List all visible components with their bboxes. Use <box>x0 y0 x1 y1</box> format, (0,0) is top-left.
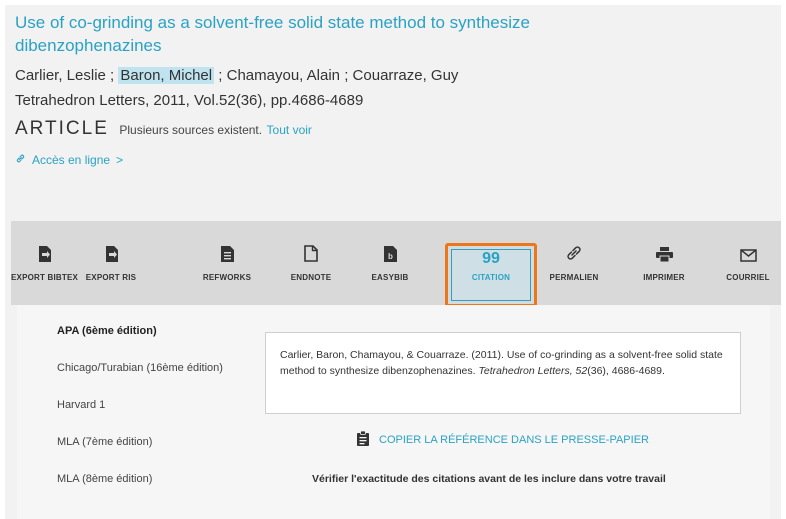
link-icon <box>15 153 26 167</box>
author-name[interactable]: Carlier, Leslie <box>15 67 106 84</box>
copy-to-clipboard-button[interactable]: COPIER LA RÉFÉRENCE DANS LE PRESSE-PAPIE… <box>357 430 649 449</box>
clipboard-icon <box>357 430 369 449</box>
permalink-button[interactable]: Permalien <box>541 231 607 291</box>
citation-style-mla7[interactable]: MLA (7ème édition) <box>57 436 257 473</box>
author-name-highlighted[interactable]: Baron, Michel <box>118 67 215 84</box>
tool-label: Imprimer <box>643 273 685 282</box>
record-title-line2: dibenzophenazines <box>15 36 162 55</box>
tool-label: Export RIS <box>85 273 137 282</box>
author-separator: ; <box>105 67 119 84</box>
see-all-link[interactable]: Tout voir <box>267 123 312 137</box>
citation-style-mla8[interactable]: MLA (8ème édition) <box>57 473 257 510</box>
author-name[interactable]: Couarraze, Guy <box>353 67 459 84</box>
resource-type-line: Article Plusieurs sources existent. Tout… <box>15 118 312 140</box>
email-button[interactable]: Courriel <box>715 231 781 291</box>
file-bookmark-icon <box>304 245 318 267</box>
citation-style-chicago[interactable]: Chicago/Turabian (16ème édition) <box>57 362 257 399</box>
resource-type: Article <box>15 118 109 139</box>
file-text-icon <box>220 246 234 267</box>
author-list: Carlier, Leslie ; Baron, Michel ; Chamay… <box>15 67 458 84</box>
endnote-button[interactable]: EndNote <box>278 231 344 291</box>
online-access-label: Accès en ligne <box>32 153 111 167</box>
print-button[interactable]: Imprimer <box>631 231 697 291</box>
tool-label: EndNote <box>290 273 332 282</box>
export-bibtex-button[interactable]: Export BibTeX <box>11 231 79 291</box>
author-separator: ; <box>214 67 227 84</box>
citation-panel: APA (6ème édition) Chicago/Turabian (16è… <box>17 305 770 519</box>
export-ris-button[interactable]: Export RIS <box>78 231 144 291</box>
tool-label: EasyBib <box>371 273 409 282</box>
citation-style-list: APA (6ème édition) Chicago/Turabian (16è… <box>57 325 257 510</box>
tool-label: Citation <box>471 273 511 282</box>
envelope-icon <box>739 249 757 267</box>
link-icon <box>565 244 583 267</box>
record-card: Use of co-grinding as a solvent-free sol… <box>5 5 781 519</box>
tool-label: RefWorks <box>202 273 252 282</box>
refworks-button[interactable]: RefWorks <box>194 231 260 291</box>
citation-style-apa[interactable]: APA (6ème édition) <box>57 325 257 362</box>
easybib-button[interactable]: b EasyBib <box>357 231 423 291</box>
record-title-link[interactable]: Use of co-grinding as a solvent-free sol… <box>15 11 575 57</box>
printer-icon <box>655 247 673 267</box>
online-access-link[interactable]: Accès en ligne > <box>15 153 123 167</box>
copy-label: COPIER LA RÉFÉRENCE DANS LE PRESSE-PAPIE… <box>379 434 649 446</box>
citation-text-box[interactable]: Carlier, Baron, Chamayou, & Couarraze. (… <box>265 332 741 414</box>
svg-text:b: b <box>388 252 393 261</box>
citation-button[interactable]: 99 Citation <box>451 231 531 291</box>
file-export-icon <box>105 246 118 267</box>
chevron-right-icon: > <box>116 153 124 167</box>
sources-text: Plusieurs sources existent. <box>119 123 263 137</box>
citation-text-end: (36), 4686-4689. <box>587 365 665 377</box>
file-export-icon <box>38 246 51 267</box>
quote-icon: 99 <box>482 250 500 267</box>
actions-toolbar: Export BibTeX Export RIS RefWorks EndNot… <box>11 221 781 307</box>
tool-label: Permalien <box>549 273 599 282</box>
author-name[interactable]: Chamayou, Alain <box>227 67 340 84</box>
citation-style-harvard[interactable]: Harvard 1 <box>57 399 257 436</box>
verify-note: Vérifier l'exactitude des citations avan… <box>312 473 666 485</box>
record-title-line1: Use of co-grinding as a solvent-free sol… <box>15 13 530 32</box>
tool-label: Courriel <box>726 273 770 282</box>
file-b-icon: b <box>383 246 397 267</box>
citation-journal: Tetrahedron Letters, 52 <box>478 365 588 377</box>
author-separator: ; <box>340 67 353 84</box>
journal-info: Tetrahedron Letters, 2011, Vol.52(36), p… <box>15 92 364 109</box>
tool-label: Export BibTeX <box>11 273 79 282</box>
